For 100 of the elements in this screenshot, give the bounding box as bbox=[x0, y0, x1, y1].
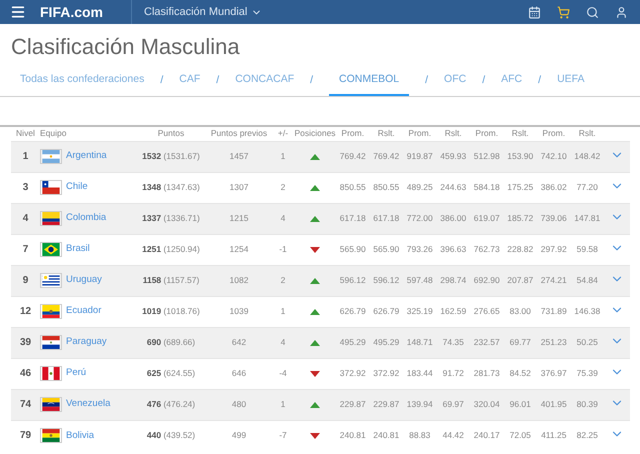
rank: 9 bbox=[22, 275, 28, 286]
score-value: 742.10 bbox=[540, 151, 567, 162]
team-link[interactable]: Colombia bbox=[66, 211, 106, 226]
column-header: Prom. bbox=[542, 128, 566, 138]
column-header: +/- bbox=[278, 128, 288, 138]
rank-change: -7 bbox=[279, 430, 287, 440]
section-dropdown[interactable]: Clasificación Mundial bbox=[131, 0, 262, 24]
rank: 79 bbox=[20, 430, 32, 442]
rank: 4 bbox=[22, 213, 28, 224]
score-value: 769.42 bbox=[340, 151, 366, 162]
score-value: 244.63 bbox=[440, 182, 466, 192]
confederation-tab[interactable]: AFC bbox=[501, 72, 522, 96]
team-link[interactable]: Ecuador bbox=[66, 304, 102, 319]
score-value: 83.00 bbox=[510, 306, 531, 316]
score-value: 850.55 bbox=[340, 182, 366, 192]
score-value: 617.18 bbox=[340, 213, 366, 224]
score-value: 276.65 bbox=[474, 306, 500, 316]
ranking-row[interactable]: 74 Venezuela 476 (476.24) 480 1 229.87 229.87 139.94 69.97 320.04 96.01 401.95 80.39 bbox=[11, 389, 630, 420]
flag-icon bbox=[40, 149, 62, 164]
score-value: 762.73 bbox=[474, 244, 500, 254]
score-value: 459.93 bbox=[440, 151, 466, 162]
score-value: 183.44 bbox=[406, 368, 433, 378]
score-value: 619.07 bbox=[474, 213, 500, 224]
score-value: 240.81 bbox=[340, 430, 366, 440]
score-value: 411.25 bbox=[541, 430, 566, 440]
site-logo[interactable]: FIFA.com bbox=[40, 2, 104, 22]
score-value: 617.18 bbox=[373, 213, 400, 224]
user-icon[interactable] bbox=[615, 6, 628, 18]
column-header: Equipo bbox=[40, 128, 66, 138]
page-title: Clasificación Masculina bbox=[11, 33, 241, 61]
previous-points: 1215 bbox=[230, 213, 248, 224]
confederation-tab[interactable]: Todas las confederaciones bbox=[20, 72, 144, 96]
score-value: 59.58 bbox=[576, 244, 598, 254]
score-value: 512.98 bbox=[474, 151, 500, 162]
calendar-icon[interactable] bbox=[528, 6, 541, 18]
column-header: Nivel bbox=[16, 128, 35, 138]
score-value: 597.48 bbox=[406, 275, 433, 286]
points: 440 (439.52) bbox=[146, 430, 196, 440]
score-value: 626.79 bbox=[340, 306, 366, 316]
menu-icon[interactable] bbox=[10, 4, 26, 20]
score-value: 80.39 bbox=[576, 399, 598, 410]
score-value: 565.90 bbox=[373, 244, 400, 254]
ranking-row[interactable]: 39 Paraguay 690 (689.66) 642 4 495.29 495.29 148.71 74.35 232.57 69.77 251.23 50.25 bbox=[11, 327, 630, 358]
team-link[interactable]: Venezuela bbox=[66, 397, 110, 412]
score-value: 153.90 bbox=[507, 151, 534, 162]
rank-change: 4 bbox=[280, 337, 286, 348]
rank: 46 bbox=[20, 368, 32, 379]
search-icon[interactable] bbox=[586, 6, 599, 18]
score-value: 731.89 bbox=[540, 306, 567, 316]
ranking-row[interactable]: 3 Chile 1348 (1347.63) 1307 2 850.55 850.55 489.25 244.63 584.18 175.25 386.02 77.20 bbox=[11, 172, 630, 203]
score-value: 298.74 bbox=[440, 275, 466, 286]
score-value: 376.97 bbox=[540, 368, 567, 378]
confederation-tab[interactable]: CONCACAF bbox=[235, 72, 294, 96]
score-value: 281.73 bbox=[474, 368, 500, 378]
score-value: 320.04 bbox=[474, 399, 500, 410]
previous-points: 1457 bbox=[230, 151, 248, 162]
rank: 1 bbox=[22, 151, 28, 162]
previous-points: 1307 bbox=[230, 182, 248, 192]
score-value: 769.42 bbox=[373, 151, 400, 162]
team-link[interactable]: Perú bbox=[66, 366, 86, 381]
confederation-tab[interactable]: CONMEBOL bbox=[329, 72, 410, 96]
tab-separator: / bbox=[215, 73, 220, 88]
rank-change: -4 bbox=[279, 368, 287, 378]
score-value: 139.94 bbox=[406, 399, 433, 410]
team-link[interactable]: Chile bbox=[66, 180, 88, 195]
score-value: 692.90 bbox=[474, 275, 500, 286]
ranking-row[interactable]: 7 Brasil 1251 (1250.94) 1254 -1 565.90 565.90 793.26 396.63 762.73 228.82 297.92 59.58 bbox=[11, 234, 630, 265]
score-value: 228.82 bbox=[507, 244, 534, 254]
cart-icon[interactable] bbox=[557, 6, 570, 18]
score-value: 207.87 bbox=[507, 275, 534, 286]
confederation-tab[interactable]: CAF bbox=[179, 72, 200, 96]
team-link[interactable]: Argentina bbox=[66, 149, 107, 164]
flag-icon bbox=[40, 428, 62, 444]
score-value: 386.02 bbox=[540, 182, 567, 192]
score-value: 396.63 bbox=[440, 244, 466, 254]
team-link[interactable]: Brasil bbox=[66, 242, 90, 257]
score-value: 495.29 bbox=[373, 337, 400, 348]
score-value: 919.87 bbox=[406, 151, 433, 162]
previous-points: 499 bbox=[232, 430, 246, 440]
rank: 74 bbox=[20, 399, 32, 410]
tab-separator: / bbox=[537, 73, 542, 88]
confederation-tab[interactable]: UEFA bbox=[557, 72, 584, 96]
score-value: 772.00 bbox=[406, 213, 433, 224]
confederation-tab[interactable]: OFC bbox=[444, 72, 466, 96]
previous-points: 1039 bbox=[230, 306, 248, 316]
team-link[interactable]: Uruguay bbox=[66, 273, 102, 288]
score-value: 82.25 bbox=[576, 430, 598, 440]
team-link[interactable]: Paraguay bbox=[66, 335, 107, 350]
score-value: 495.29 bbox=[340, 337, 366, 348]
score-value: 185.72 bbox=[507, 213, 534, 224]
score-value: 596.12 bbox=[373, 275, 400, 286]
team-link[interactable]: Bolivia bbox=[66, 428, 94, 443]
score-value: 91.72 bbox=[442, 368, 464, 378]
score-value: 148.71 bbox=[406, 337, 433, 348]
flag-icon bbox=[40, 211, 62, 226]
ranking-row[interactable]: 46 Perú 625 (624.55) 646 -4 372.92 372.92 183.44 91.72 281.73 84.52 376.97 75.39 bbox=[11, 358, 630, 389]
column-header: Prom. bbox=[408, 128, 432, 138]
score-value: 50.25 bbox=[576, 337, 598, 348]
ranking-row[interactable]: 12 Ecuador 1019 (1018.76) 1039 1 626.79 626.79 325.19 162.59 276.65 83.00 731.89 146.38 bbox=[11, 296, 630, 327]
tab-separator: / bbox=[424, 73, 430, 88]
